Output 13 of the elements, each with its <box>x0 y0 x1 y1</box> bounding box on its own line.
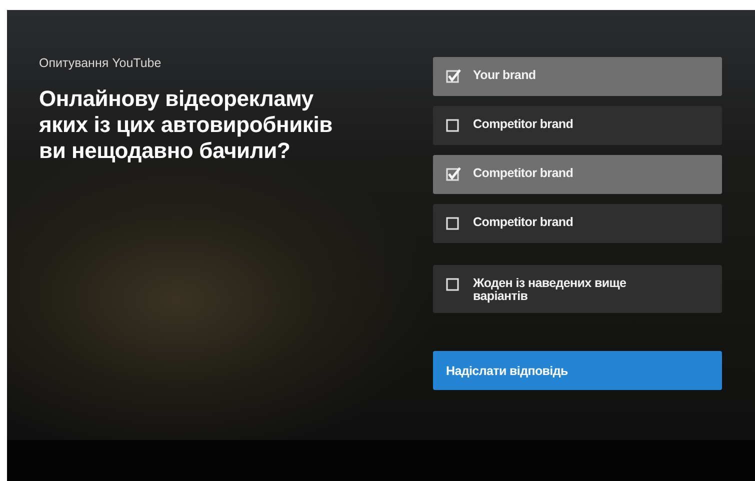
answer-option[interactable]: Жоден із наведених вище варіантів <box>433 265 722 313</box>
answer-option[interactable]: Your brand <box>433 57 722 96</box>
submit-button[interactable]: Надіслати відповідь <box>433 351 722 390</box>
answer-option[interactable]: Competitor brand <box>433 106 722 145</box>
checked-checkbox[interactable] <box>446 69 461 84</box>
answer-option[interactable]: Competitor brand <box>433 204 722 243</box>
checkbox[interactable] <box>446 118 461 133</box>
answer-option[interactable]: Competitor brand <box>433 155 722 194</box>
checkbox[interactable] <box>446 216 461 231</box>
survey-question: Онлайнову відеорекламу яких із цих автовиробників ви нещодавно бачили? <box>39 86 334 164</box>
checked-checkbox[interactable] <box>446 167 461 182</box>
checkbox[interactable] <box>446 277 461 292</box>
survey-label: Опитування YouTube <box>39 56 162 70</box>
